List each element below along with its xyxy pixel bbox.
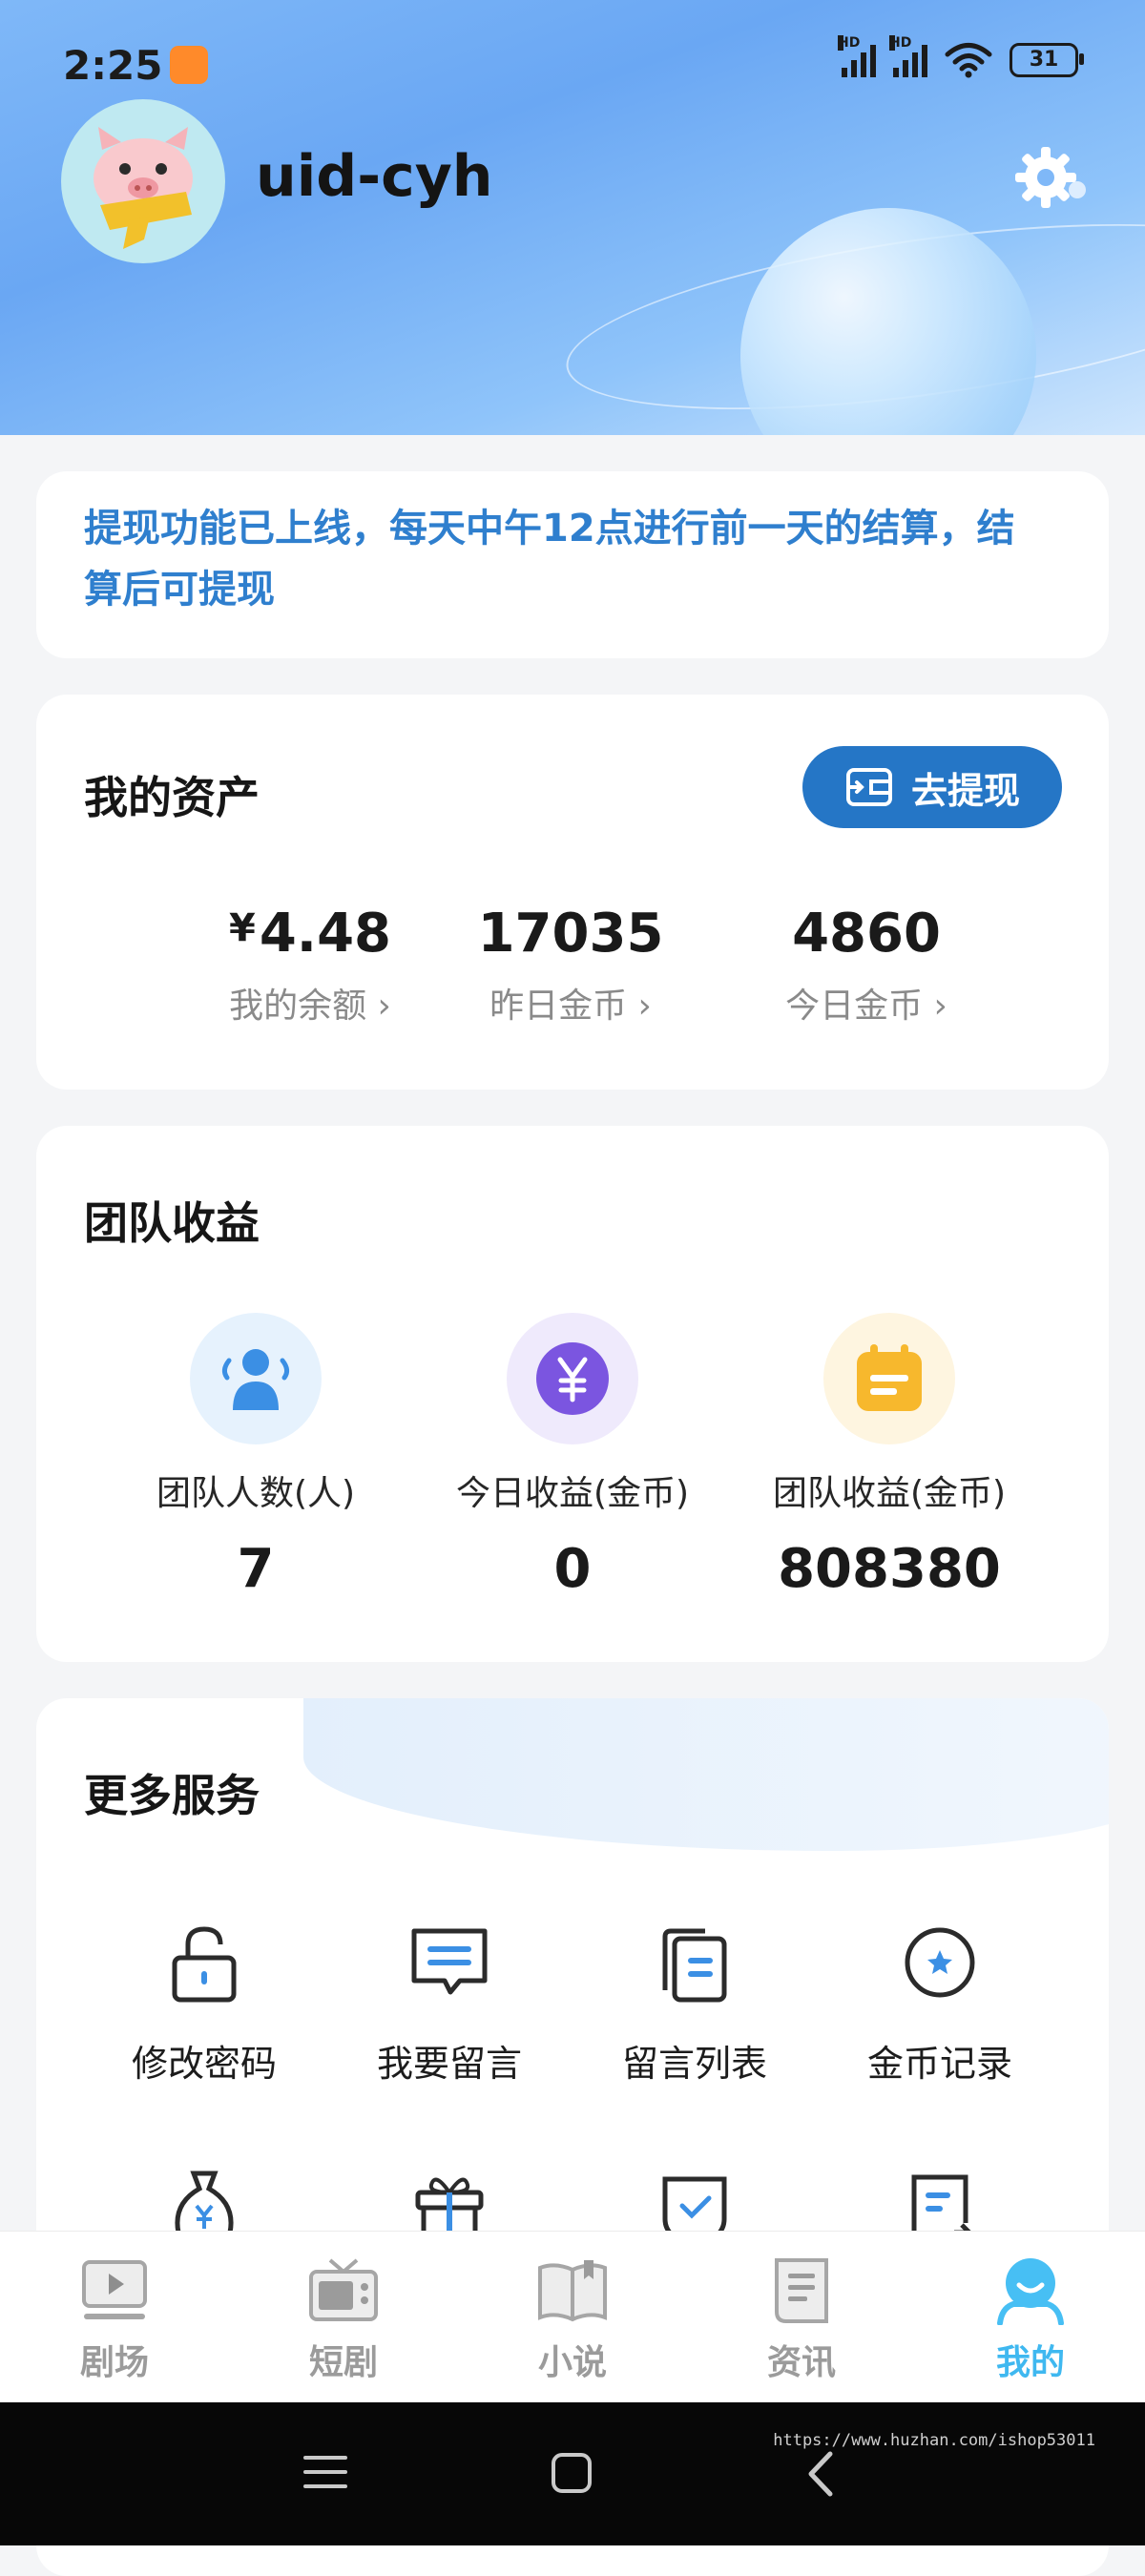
documents-icon xyxy=(662,1928,727,2003)
withdraw-notice-card: 提现功能已上线，每天中午12点进行前一天的结算，结算后可提现 xyxy=(36,471,1109,658)
news-icon xyxy=(775,2258,828,2323)
withdraw-label: 去提现 xyxy=(910,769,1020,812)
yesterday-coins-stat[interactable]: 17035 昨日金币 › xyxy=(423,903,718,1028)
hd-label: HD xyxy=(838,35,861,51)
coin-records-item[interactable]: 金币记录 xyxy=(825,1920,1054,2087)
service-label: 留言列表 xyxy=(621,2043,767,2085)
calendar-note-icon xyxy=(823,1313,955,1444)
user-group-icon xyxy=(190,1313,322,1444)
username: uid-cyh xyxy=(256,143,493,210)
menu-icon[interactable] xyxy=(303,2452,347,2492)
avatar[interactable] xyxy=(61,99,225,263)
my-assets-card: 我的资产 去提现 ¥4.48 我的余额 › 17035 昨日金币 › 4860 … xyxy=(36,695,1109,1090)
team-earnings-card: 团队收益 团队人数(人) 7 今日收益(金币) 0 团队收益(金币) 80838… xyxy=(36,1126,1109,1662)
stat-label-text: 今日金币 xyxy=(785,987,924,1026)
team-earnings-stat: 团队收益(金币) 808380 xyxy=(727,1313,1051,1600)
nav-novel[interactable]: 小说 xyxy=(477,2256,668,2384)
bottom-nav: 剧场 短剧 小说 资讯 我的 xyxy=(0,2231,1145,2403)
wifi-icon xyxy=(945,43,992,78)
service-label: 我要留言 xyxy=(376,2043,522,2085)
team-size-stat: 团队人数(人) 7 xyxy=(94,1313,418,1600)
stat-label-text: 昨日金币 xyxy=(489,987,628,1026)
team-earnings-value: 808380 xyxy=(778,1538,1001,1600)
today-coins-value: 4860 xyxy=(792,903,941,965)
stat-label-text: 我的余额 xyxy=(229,987,367,1026)
balance-stat[interactable]: ¥4.48 我的余额 › xyxy=(162,903,458,1028)
star-coin-icon xyxy=(905,1927,975,1998)
play-screen-icon xyxy=(82,2260,147,2319)
profile-header: 2:25 HD HD 31 uid-cyh xyxy=(0,0,1145,435)
leave-message-item[interactable]: 我要留言 xyxy=(335,1920,564,2087)
gear-icon[interactable] xyxy=(1011,143,1080,212)
chevron-right-icon: › xyxy=(637,987,652,1026)
watermark: https://www.huzhan.com/ishop53011 xyxy=(773,2431,1095,2450)
team-size-label: 团队人数(人) xyxy=(156,1474,356,1513)
shop-app-icon xyxy=(170,46,208,84)
nav-theater[interactable]: 剧场 xyxy=(19,2256,210,2384)
balance-value: ¥4.48 xyxy=(162,903,458,965)
nav-label: 短剧 xyxy=(308,2343,378,2382)
service-label: 修改密码 xyxy=(131,2043,277,2085)
decor-wave xyxy=(303,1698,1109,1851)
today-coins-stat[interactable]: 4860 今日金币 › xyxy=(718,903,1014,1028)
today-earnings-value: 0 xyxy=(553,1538,592,1600)
home-icon[interactable] xyxy=(551,2452,593,2494)
nav-label: 小说 xyxy=(537,2343,607,2382)
signal-icon: HD xyxy=(838,35,876,77)
services-title: 更多服务 xyxy=(84,1770,260,1821)
battery-icon: 31 xyxy=(1010,43,1084,77)
today-earnings-stat: 今日收益(金币) 0 xyxy=(410,1313,735,1600)
currency-symbol: ¥ xyxy=(228,906,256,950)
chevron-right-icon: › xyxy=(377,987,391,1026)
nav-news[interactable]: 资讯 xyxy=(706,2256,897,2384)
yen-coin-icon xyxy=(507,1313,638,1444)
status-icons: HD HD 31 xyxy=(838,35,1084,78)
yesterday-coins-value: 17035 xyxy=(477,903,664,965)
team-size-value: 7 xyxy=(237,1538,275,1600)
team-title: 团队收益 xyxy=(84,1197,260,1249)
today-earnings-label: 今日收益(金币) xyxy=(455,1474,690,1513)
today-coins-label: 今日金币 › xyxy=(718,978,1014,1028)
hd-label: HD xyxy=(889,35,912,51)
message-icon xyxy=(411,1928,488,1995)
withdraw-button[interactable]: 去提现 xyxy=(802,746,1062,828)
assets-title: 我的资产 xyxy=(84,772,260,823)
nav-label: 我的 xyxy=(995,2343,1065,2382)
yesterday-coins-label: 昨日金币 › xyxy=(423,978,718,1028)
nav-short-drama[interactable]: 短剧 xyxy=(248,2256,439,2384)
nav-label: 剧场 xyxy=(79,2343,149,2382)
profile-icon xyxy=(997,2258,1064,2326)
book-icon xyxy=(538,2260,607,2322)
team-earnings-label: 团队收益(金币) xyxy=(772,1474,1007,1513)
nav-mine[interactable]: 我的 xyxy=(935,2256,1126,2384)
balance-amount: 4.48 xyxy=(259,903,391,965)
message-list-item[interactable]: 留言列表 xyxy=(580,1920,809,2087)
wallet-icon xyxy=(845,768,892,806)
back-icon[interactable] xyxy=(803,2450,838,2498)
notice-text: 提现功能已上线，每天中午12点进行前一天的结算，结算后可提现 xyxy=(84,507,1015,612)
signal-icon: HD xyxy=(889,35,927,77)
tv-icon xyxy=(309,2258,378,2321)
change-password-item[interactable]: 修改密码 xyxy=(90,1920,319,2087)
nav-label: 资讯 xyxy=(766,2343,836,2382)
status-time: 2:25 xyxy=(63,42,163,89)
lock-icon xyxy=(172,1926,237,2003)
balance-label: 我的余额 › xyxy=(162,978,458,1028)
system-nav-bar: https://www.huzhan.com/ishop53011 xyxy=(0,2402,1145,2545)
pig-avatar-icon xyxy=(94,127,193,249)
service-label: 金币记录 xyxy=(866,2043,1012,2085)
chevron-right-icon: › xyxy=(933,987,947,1026)
